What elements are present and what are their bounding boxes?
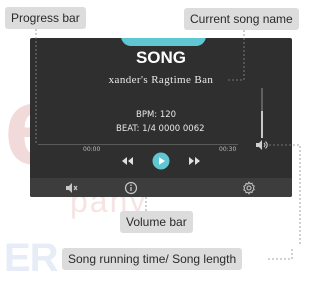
callout-current-song-name: Current song name [184,8,299,30]
callout-song-time: Song running time/ Song length [62,248,243,270]
callout-volume-bar: Volume bar [120,211,193,233]
callout-progress-bar: Progress bar [5,7,86,29]
